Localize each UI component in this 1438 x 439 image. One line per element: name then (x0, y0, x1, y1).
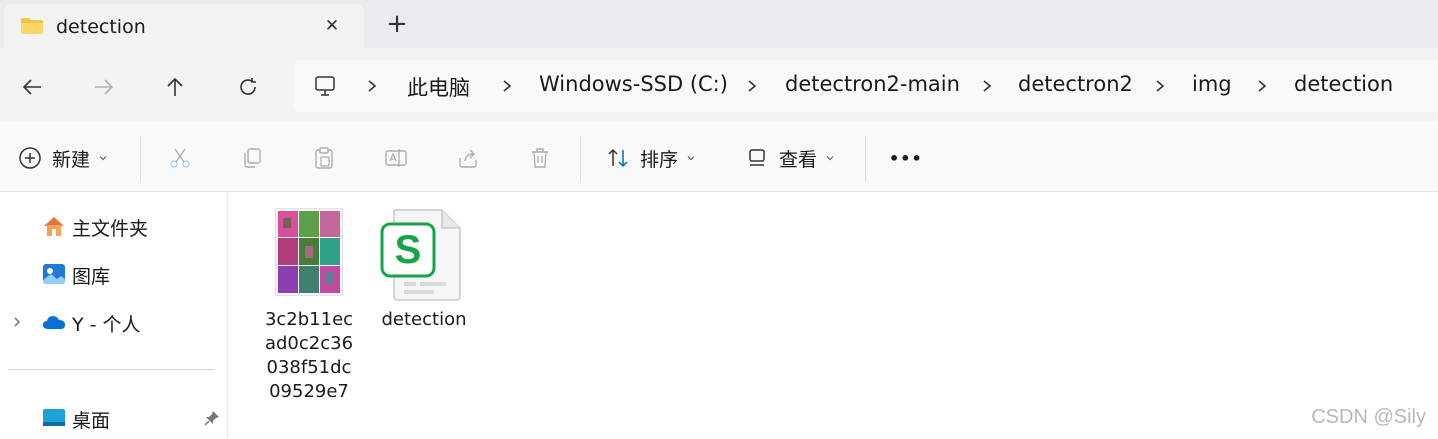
navigation-pane: 主文件夹 图库 Y - 个人 桌面 (0, 192, 228, 439)
home-icon (44, 217, 64, 236)
toolbar-divider (140, 136, 141, 182)
share-icon (459, 149, 477, 168)
folder-icon (21, 18, 43, 34)
file-list: 3c2b11ec ad0c2c36 038f51dc 09529e7 S det… (229, 192, 1438, 439)
plus-icon[interactable]: + (384, 11, 410, 38)
onedrive-cloud-icon (43, 316, 65, 329)
sidebar-item-label: 桌面 (72, 410, 111, 432)
refresh-icon (240, 78, 256, 95)
chevron-right-icon[interactable] (10, 315, 24, 329)
copy-icon (244, 148, 261, 168)
sidebar-item-gallery[interactable]: 图库 (0, 254, 228, 294)
forward-button[interactable] (89, 72, 119, 102)
file-item-detection[interactable]: S detection (378, 208, 470, 348)
file-explorer-window: detection ✕ + 此电脑 Windows-SSD (C:) detec… (0, 0, 1438, 439)
sidebar-item-home[interactable]: 主文件夹 (0, 206, 228, 246)
file-name-line: 09529e7 (269, 381, 349, 402)
chevron-down-icon (99, 156, 107, 161)
sidebar-item-onedrive[interactable]: Y - 个人 (0, 302, 228, 342)
sort-button[interactable]: 排序 (606, 144, 696, 172)
desktop-icon (43, 409, 65, 426)
file-name-line: 038f51dc (266, 357, 352, 378)
clipboard-icon (315, 147, 333, 169)
sidebar-divider (8, 369, 214, 370)
refresh-button[interactable] (233, 72, 263, 102)
chevron-right-icon[interactable] (364, 76, 380, 96)
more-options-button[interactable]: ••• (889, 144, 923, 172)
breadcrumb-windows-ssd[interactable]: Windows-SSD (C:) (539, 72, 728, 96)
cut-button[interactable] (168, 144, 192, 172)
svg-text:S: S (395, 228, 422, 272)
sort-button-label: 排序 (640, 148, 679, 171)
arrow-up-icon (167, 77, 183, 96)
tab-title: detection (56, 16, 146, 38)
sidebar-item-label: Y - 个人 (72, 314, 141, 336)
file-name-line: 3c2b11ec (264, 309, 354, 330)
up-button[interactable] (160, 72, 190, 102)
scissors-icon (170, 148, 190, 168)
toolbar-divider (580, 136, 581, 182)
pin-icon[interactable] (204, 410, 220, 426)
gallery-icon (43, 264, 65, 284)
breadcrumb-detectron2[interactable]: detectron2 (1018, 72, 1133, 96)
sidebar-item-label: 图库 (72, 266, 111, 288)
chevron-right-icon[interactable] (1152, 76, 1168, 96)
breadcrumb-detectron2-main[interactable]: detectron2-main (785, 72, 960, 96)
command-bar: 新建 排序 查看 ••• (0, 122, 1438, 192)
file-item-image[interactable]: 3c2b11ec ad0c2c36 038f51dc 09529e7 (263, 208, 355, 408)
watermark: CSDN @Sily (1311, 406, 1426, 428)
close-icon[interactable]: ✕ (320, 14, 344, 38)
tab-detection[interactable]: detection ✕ (4, 4, 364, 48)
breadcrumb-this-pc[interactable]: 此电脑 (407, 72, 470, 102)
arrow-left-icon (22, 79, 41, 95)
file-name: 3c2b11ec ad0c2c36 038f51dc 09529e7 (263, 308, 355, 404)
file-name: detection (381, 309, 467, 330)
chevron-down-icon (826, 156, 834, 161)
breadcrumb-img[interactable]: img (1192, 72, 1232, 96)
paste-button[interactable] (312, 144, 336, 172)
rename-icon (385, 149, 407, 167)
plus-circle-icon (19, 147, 41, 169)
view-button-label: 查看 (779, 148, 818, 171)
sidebar-item-desktop[interactable]: 桌面 (0, 398, 228, 438)
address-bar[interactable]: 此电脑 Windows-SSD (C:) detectron2-main det… (294, 60, 1438, 112)
rename-button[interactable] (384, 144, 408, 172)
computer-icon[interactable] (314, 75, 336, 97)
trash-icon (532, 148, 548, 168)
back-button[interactable] (17, 72, 47, 102)
image-thumbnail-icon (275, 208, 343, 296)
delete-button[interactable] (528, 144, 552, 172)
chevron-down-icon (687, 156, 695, 161)
new-button[interactable]: 新建 (18, 144, 108, 172)
breadcrumb-detection[interactable]: detection (1294, 72, 1393, 96)
copy-button[interactable] (240, 144, 264, 172)
sort-icon (608, 148, 628, 168)
sidebar-item-label: 主文件夹 (72, 218, 149, 240)
view-button[interactable]: 查看 (745, 144, 835, 172)
chevron-right-icon[interactable] (744, 76, 760, 96)
chevron-right-icon[interactable] (1254, 76, 1270, 96)
chevron-right-icon[interactable] (499, 76, 515, 96)
tab-strip: detection ✕ + (0, 0, 1438, 48)
toolbar-divider (865, 136, 866, 182)
chevron-right-icon[interactable] (979, 76, 995, 96)
spreadsheet-document-icon: S (380, 209, 461, 301)
navigation-bar: 此电脑 Windows-SSD (C:) detectron2-main det… (0, 48, 1438, 122)
new-button-label: 新建 (52, 148, 91, 171)
file-name-line: ad0c2c36 (264, 333, 354, 354)
share-button[interactable] (456, 144, 480, 172)
view-icon (749, 149, 765, 166)
arrow-right-icon (95, 79, 114, 95)
